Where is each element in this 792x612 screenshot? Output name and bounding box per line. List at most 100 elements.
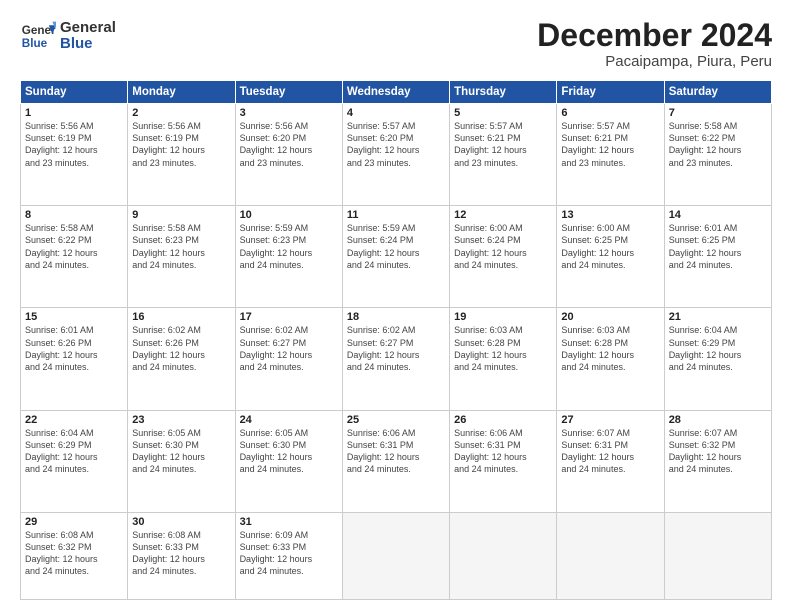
day-info: Sunrise: 5:59 AM Sunset: 6:23 PM Dayligh… [240, 222, 338, 271]
day-info: Sunrise: 5:56 AM Sunset: 6:19 PM Dayligh… [25, 120, 123, 169]
table-row: 8Sunrise: 5:58 AM Sunset: 6:22 PM Daylig… [21, 206, 772, 308]
header: General Blue General Blue December 2024 … [20, 18, 772, 70]
day-number: 31 [240, 516, 338, 528]
day-info: Sunrise: 6:04 AM Sunset: 6:29 PM Dayligh… [25, 427, 123, 476]
day-number: 28 [669, 414, 767, 426]
col-tuesday: Tuesday [235, 81, 342, 104]
calendar-cell: 11Sunrise: 5:59 AM Sunset: 6:24 PM Dayli… [342, 206, 449, 308]
day-number: 6 [561, 107, 659, 119]
col-monday: Monday [128, 81, 235, 104]
calendar-cell: 26Sunrise: 6:06 AM Sunset: 6:31 PM Dayli… [450, 410, 557, 512]
col-friday: Friday [557, 81, 664, 104]
calendar-cell: 1Sunrise: 5:56 AM Sunset: 6:19 PM Daylig… [21, 104, 128, 206]
calendar-table: Sunday Monday Tuesday Wednesday Thursday… [20, 80, 772, 600]
calendar-cell: 10Sunrise: 5:59 AM Sunset: 6:23 PM Dayli… [235, 206, 342, 308]
calendar-cell: 29Sunrise: 6:08 AM Sunset: 6:32 PM Dayli… [21, 512, 128, 599]
day-number: 24 [240, 414, 338, 426]
day-info: Sunrise: 5:57 AM Sunset: 6:20 PM Dayligh… [347, 120, 445, 169]
day-info: Sunrise: 5:58 AM Sunset: 6:22 PM Dayligh… [669, 120, 767, 169]
day-number: 30 [132, 516, 230, 528]
day-number: 9 [132, 209, 230, 221]
day-number: 21 [669, 311, 767, 323]
day-number: 10 [240, 209, 338, 221]
table-row: 1Sunrise: 5:56 AM Sunset: 6:19 PM Daylig… [21, 104, 772, 206]
day-number: 1 [25, 107, 123, 119]
calendar-cell: 17Sunrise: 6:02 AM Sunset: 6:27 PM Dayli… [235, 308, 342, 410]
day-info: Sunrise: 6:01 AM Sunset: 6:25 PM Dayligh… [669, 222, 767, 271]
col-thursday: Thursday [450, 81, 557, 104]
calendar-cell: 31Sunrise: 6:09 AM Sunset: 6:33 PM Dayli… [235, 512, 342, 599]
col-wednesday: Wednesday [342, 81, 449, 104]
day-number: 13 [561, 209, 659, 221]
day-number: 19 [454, 311, 552, 323]
logo: General Blue General Blue [20, 18, 116, 54]
calendar-cell: 30Sunrise: 6:08 AM Sunset: 6:33 PM Dayli… [128, 512, 235, 599]
calendar-cell: 12Sunrise: 6:00 AM Sunset: 6:24 PM Dayli… [450, 206, 557, 308]
calendar-cell [664, 512, 771, 599]
day-number: 18 [347, 311, 445, 323]
day-info: Sunrise: 6:01 AM Sunset: 6:26 PM Dayligh… [25, 324, 123, 373]
day-info: Sunrise: 5:57 AM Sunset: 6:21 PM Dayligh… [454, 120, 552, 169]
day-number: 11 [347, 209, 445, 221]
day-number: 4 [347, 107, 445, 119]
calendar-cell: 16Sunrise: 6:02 AM Sunset: 6:26 PM Dayli… [128, 308, 235, 410]
day-info: Sunrise: 6:00 AM Sunset: 6:24 PM Dayligh… [454, 222, 552, 271]
day-number: 20 [561, 311, 659, 323]
day-number: 25 [347, 414, 445, 426]
day-info: Sunrise: 6:08 AM Sunset: 6:32 PM Dayligh… [25, 529, 123, 578]
calendar-cell: 23Sunrise: 6:05 AM Sunset: 6:30 PM Dayli… [128, 410, 235, 512]
page: General Blue General Blue December 2024 … [0, 0, 792, 612]
day-info: Sunrise: 5:56 AM Sunset: 6:20 PM Dayligh… [240, 120, 338, 169]
day-info: Sunrise: 6:07 AM Sunset: 6:31 PM Dayligh… [561, 427, 659, 476]
day-info: Sunrise: 6:03 AM Sunset: 6:28 PM Dayligh… [561, 324, 659, 373]
calendar-cell: 5Sunrise: 5:57 AM Sunset: 6:21 PM Daylig… [450, 104, 557, 206]
day-number: 2 [132, 107, 230, 119]
logo-text-blue: Blue [60, 36, 116, 53]
calendar-cell: 3Sunrise: 5:56 AM Sunset: 6:20 PM Daylig… [235, 104, 342, 206]
calendar-cell: 22Sunrise: 6:04 AM Sunset: 6:29 PM Dayli… [21, 410, 128, 512]
calendar-cell: 20Sunrise: 6:03 AM Sunset: 6:28 PM Dayli… [557, 308, 664, 410]
calendar-cell [557, 512, 664, 599]
day-number: 29 [25, 516, 123, 528]
calendar-cell: 7Sunrise: 5:58 AM Sunset: 6:22 PM Daylig… [664, 104, 771, 206]
calendar-cell: 9Sunrise: 5:58 AM Sunset: 6:23 PM Daylig… [128, 206, 235, 308]
calendar-subtitle: Pacaipampa, Piura, Peru [537, 53, 772, 70]
calendar-cell: 14Sunrise: 6:01 AM Sunset: 6:25 PM Dayli… [664, 206, 771, 308]
day-info: Sunrise: 6:02 AM Sunset: 6:27 PM Dayligh… [240, 324, 338, 373]
calendar-cell: 21Sunrise: 6:04 AM Sunset: 6:29 PM Dayli… [664, 308, 771, 410]
day-number: 3 [240, 107, 338, 119]
day-info: Sunrise: 6:03 AM Sunset: 6:28 PM Dayligh… [454, 324, 552, 373]
calendar-cell: 8Sunrise: 5:58 AM Sunset: 6:22 PM Daylig… [21, 206, 128, 308]
day-info: Sunrise: 6:05 AM Sunset: 6:30 PM Dayligh… [132, 427, 230, 476]
table-row: 15Sunrise: 6:01 AM Sunset: 6:26 PM Dayli… [21, 308, 772, 410]
day-info: Sunrise: 5:58 AM Sunset: 6:22 PM Dayligh… [25, 222, 123, 271]
day-number: 23 [132, 414, 230, 426]
col-sunday: Sunday [21, 81, 128, 104]
calendar-cell: 2Sunrise: 5:56 AM Sunset: 6:19 PM Daylig… [128, 104, 235, 206]
day-number: 17 [240, 311, 338, 323]
day-number: 26 [454, 414, 552, 426]
day-info: Sunrise: 5:59 AM Sunset: 6:24 PM Dayligh… [347, 222, 445, 271]
day-number: 22 [25, 414, 123, 426]
calendar-cell: 18Sunrise: 6:02 AM Sunset: 6:27 PM Dayli… [342, 308, 449, 410]
calendar-title: December 2024 [537, 18, 772, 53]
table-row: 29Sunrise: 6:08 AM Sunset: 6:32 PM Dayli… [21, 512, 772, 599]
calendar-cell: 13Sunrise: 6:00 AM Sunset: 6:25 PM Dayli… [557, 206, 664, 308]
day-info: Sunrise: 6:02 AM Sunset: 6:27 PM Dayligh… [347, 324, 445, 373]
day-info: Sunrise: 6:06 AM Sunset: 6:31 PM Dayligh… [454, 427, 552, 476]
day-info: Sunrise: 5:58 AM Sunset: 6:23 PM Dayligh… [132, 222, 230, 271]
day-number: 16 [132, 311, 230, 323]
day-info: Sunrise: 6:05 AM Sunset: 6:30 PM Dayligh… [240, 427, 338, 476]
day-info: Sunrise: 5:57 AM Sunset: 6:21 PM Dayligh… [561, 120, 659, 169]
day-info: Sunrise: 6:08 AM Sunset: 6:33 PM Dayligh… [132, 529, 230, 578]
calendar-cell [342, 512, 449, 599]
calendar-header-row: Sunday Monday Tuesday Wednesday Thursday… [21, 81, 772, 104]
day-info: Sunrise: 6:02 AM Sunset: 6:26 PM Dayligh… [132, 324, 230, 373]
logo-text-general: General [60, 20, 116, 37]
table-row: 22Sunrise: 6:04 AM Sunset: 6:29 PM Dayli… [21, 410, 772, 512]
calendar-cell: 28Sunrise: 6:07 AM Sunset: 6:32 PM Dayli… [664, 410, 771, 512]
day-number: 14 [669, 209, 767, 221]
day-info: Sunrise: 6:07 AM Sunset: 6:32 PM Dayligh… [669, 427, 767, 476]
calendar-cell: 24Sunrise: 6:05 AM Sunset: 6:30 PM Dayli… [235, 410, 342, 512]
day-info: Sunrise: 6:04 AM Sunset: 6:29 PM Dayligh… [669, 324, 767, 373]
